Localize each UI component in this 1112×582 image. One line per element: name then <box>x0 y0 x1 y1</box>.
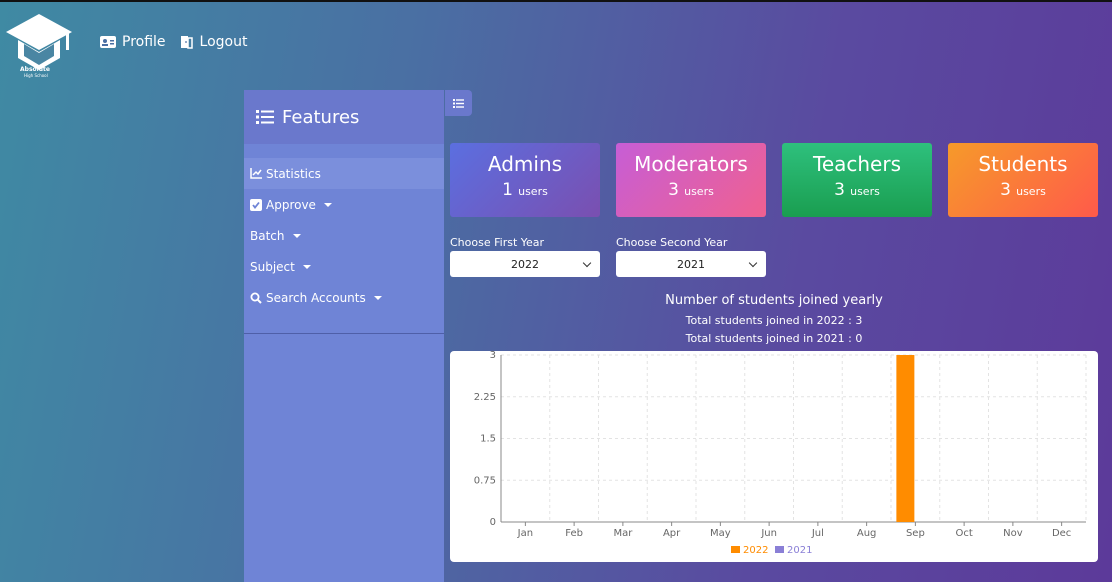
chevron-down-icon <box>292 233 301 238</box>
sidebar-item-label: Subject <box>250 259 295 274</box>
stat-card-teachers: Teachers 3 users <box>782 143 932 217</box>
chart-title: Number of students joined yearly <box>665 293 883 308</box>
logo-text: Absolute <box>20 66 50 73</box>
first-year-select[interactable]: 2022 <box>450 251 600 277</box>
sidebar-title: Features <box>282 106 360 128</box>
legend-swatch <box>731 546 740 553</box>
top-nav: Profile Logout <box>100 34 247 50</box>
chart-line-icon <box>250 168 262 179</box>
sidebar-item-label: Approve <box>266 197 316 212</box>
chart-subtitle-2021: Total students joined in 2021 : 0 <box>685 332 863 345</box>
first-year-label: Choose First Year <box>450 236 545 249</box>
x-tick-label: Dec <box>1052 528 1071 539</box>
sidebar-item-label: Statistics <box>266 166 321 181</box>
sidebar-item-label: Search Accounts <box>266 290 366 305</box>
sidebar-item-approve[interactable]: Approve <box>244 189 444 220</box>
logout-label: Logout <box>199 34 248 50</box>
x-tick-label: Jan <box>517 528 533 539</box>
legend-swatch <box>775 546 784 553</box>
sidebar-item-search-accounts[interactable]: Search Accounts <box>244 282 444 313</box>
stat-title: Moderators <box>634 152 748 176</box>
chevron-down-icon <box>748 258 758 268</box>
chart-container: 0 0.75 1.5 2.25 3 Jan Feb Mar Apr May Jun Jul Aug Sep… <box>450 351 1098 562</box>
door-icon <box>180 36 193 49</box>
y-tick-label: 1.5 <box>480 434 496 445</box>
sidebar-item-batch[interactable]: Batch <box>244 220 444 251</box>
chevron-down-icon <box>373 295 382 300</box>
second-year-value: 2021 <box>677 257 705 271</box>
stat-count: 3 <box>834 180 845 200</box>
id-card-icon <box>100 36 116 48</box>
bar-2022-Sep <box>896 355 915 522</box>
y-tick-label: 2.25 <box>474 392 496 403</box>
stat-title: Teachers <box>813 152 901 176</box>
second-year-label: Choose Second Year <box>616 236 728 249</box>
y-tick-label: 0.75 <box>474 475 496 486</box>
x-tick-label: Feb <box>565 528 583 539</box>
sidebar-toggle-button[interactable] <box>445 90 472 116</box>
x-tick-label: Sep <box>906 528 925 539</box>
chevron-down-icon <box>323 202 332 207</box>
list-icon <box>453 98 464 108</box>
y-tick-label: 3 <box>490 351 496 361</box>
checkbox-icon <box>250 198 262 211</box>
legend-label: 2022 <box>743 545 768 556</box>
stat-unit: users <box>1016 185 1046 198</box>
chevron-down-icon <box>582 258 592 268</box>
y-tick-label: 0 <box>490 517 496 528</box>
sidebar-item-subject[interactable]: Subject <box>244 251 444 282</box>
stat-title: Admins <box>487 152 563 176</box>
x-tick-label: Mar <box>613 528 633 539</box>
x-tick-label: Apr <box>663 528 681 539</box>
second-year-select[interactable]: 2021 <box>616 251 766 277</box>
first-year-value: 2022 <box>511 257 539 271</box>
profile-label: Profile <box>122 34 166 50</box>
bar-chart: 0 0.75 1.5 2.25 3 Jan Feb Mar Apr May Jun Jul Aug Sep… <box>474 351 1087 556</box>
legend-label: 2021 <box>787 545 812 556</box>
sidebar: Features Statistics Approve Batch Subjec… <box>244 90 444 582</box>
x-tick-label: Oct <box>955 528 972 539</box>
x-tick-label: Jul <box>811 528 824 539</box>
stat-count: 3 <box>1000 180 1011 200</box>
chevron-down-icon <box>302 264 311 269</box>
logout-link[interactable]: Logout <box>180 34 248 50</box>
x-tick-label: May <box>710 528 731 539</box>
stat-card-moderators: Moderators 3 users <box>616 143 766 217</box>
chart-subtitle-2022: Total students joined in 2022 : 3 <box>685 314 863 327</box>
stat-unit: users <box>850 185 880 198</box>
stat-unit: users <box>518 185 548 198</box>
sidebar-header: Features <box>244 90 444 144</box>
sidebar-item-label: Batch <box>250 228 285 243</box>
top-border <box>0 0 1112 2</box>
stat-count: 1 <box>502 180 513 200</box>
profile-link[interactable]: Profile <box>100 34 166 50</box>
list-icon <box>256 110 274 124</box>
search-icon <box>250 292 262 304</box>
x-tick-label: Aug <box>857 528 877 539</box>
sidebar-menu: Statistics Approve Batch Subject Search … <box>244 158 444 334</box>
stat-title: Students <box>978 152 1068 176</box>
stat-count: 3 <box>668 180 679 200</box>
x-tick-label: Jun <box>760 528 777 539</box>
x-tick-label: Nov <box>1003 528 1023 539</box>
stat-card-students: Students 3 users <box>948 143 1098 217</box>
logo-subtext: High School <box>24 73 48 78</box>
stat-card-admins: Admins 1 users <box>450 143 600 217</box>
stat-unit: users <box>684 185 714 198</box>
sidebar-item-statistics[interactable]: Statistics <box>244 158 444 189</box>
